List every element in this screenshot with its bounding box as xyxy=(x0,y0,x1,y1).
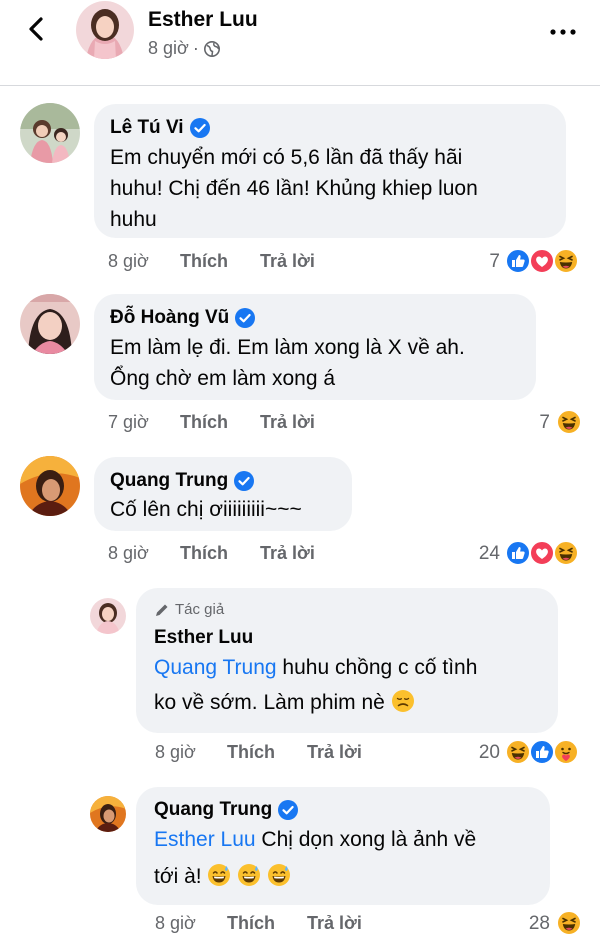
author-tag-label: Tác giả xyxy=(175,601,225,618)
dot-separator: · xyxy=(192,38,199,58)
comment-time[interactable]: 8 giờ xyxy=(108,251,149,272)
post-author-name[interactable]: Esther Luu xyxy=(148,8,258,32)
globe-icon xyxy=(203,40,220,57)
reaction-icons[interactable] xyxy=(505,739,585,765)
comment-text: Chị dọn xong là ảnh về xyxy=(255,828,477,851)
grinning-sweat-emoji-icon xyxy=(207,863,231,887)
author-tag: Tác giả xyxy=(154,601,224,618)
comment-actions: 8 giờ Thích Trả lời xyxy=(108,251,428,275)
avatar[interactable] xyxy=(90,598,126,634)
comment-author-name[interactable]: Quang Trung xyxy=(154,799,272,821)
haha-reaction-icon xyxy=(505,739,531,765)
more-options-button[interactable] xyxy=(548,22,578,42)
reaction-count[interactable]: 24 xyxy=(455,543,500,565)
comment-author[interactable]: Đỗ Hoàng Vũ xyxy=(110,307,255,329)
comment-text-line: huhu xyxy=(110,208,157,231)
reply-button[interactable]: Trả lời xyxy=(260,251,315,272)
sad-face-emoji-icon xyxy=(391,689,415,713)
like-button[interactable]: Thích xyxy=(180,543,228,564)
pencil-icon xyxy=(156,604,168,616)
comment-text-line: Esther Luu Chị dọn xong là ảnh về xyxy=(154,824,476,855)
like-button[interactable]: Thích xyxy=(227,913,275,934)
mention-link[interactable]: Esther Luu xyxy=(154,828,256,851)
post-header: Esther Luu 8 giờ · xyxy=(0,0,600,86)
comment-author[interactable]: Quang Trung xyxy=(154,799,298,821)
comment-actions: 8 giờ Thích Trả lời xyxy=(155,913,475,937)
reaction-count[interactable]: 20 xyxy=(455,742,500,764)
comment-text: huhu chồng c cố tình xyxy=(276,656,478,679)
comment-author[interactable]: Esther Luu xyxy=(154,627,253,649)
chevron-left-icon xyxy=(29,17,43,41)
verified-badge-icon xyxy=(234,471,254,491)
reaction-count[interactable]: 7 xyxy=(510,412,550,434)
reply-bubble: Quang Trung Esther Luu Chị dọn xong là ả… xyxy=(136,787,550,905)
comment-author[interactable]: Lê Tú Vi xyxy=(110,117,210,139)
mention-link[interactable]: Quang Trung xyxy=(154,656,277,679)
comment-time[interactable]: 8 giờ xyxy=(155,913,196,934)
love-reaction-icon xyxy=(529,540,555,566)
avatar[interactable] xyxy=(20,103,80,163)
comment-text-line: huhu! Chị đến 46 lần! Khủng khiep luon xyxy=(110,177,478,200)
reply-button[interactable]: Trả lời xyxy=(260,412,315,433)
grinning-sweat-emoji-icon xyxy=(237,863,261,887)
comment-time[interactable]: 7 giờ xyxy=(108,412,149,433)
comment-text: tới à! xyxy=(154,865,202,888)
love-reaction-icon xyxy=(529,248,555,274)
comment-author-name[interactable]: Esther Luu xyxy=(154,627,253,649)
comment-author-name[interactable]: Đỗ Hoàng Vũ xyxy=(110,307,229,329)
comment-time[interactable]: 8 giờ xyxy=(155,742,196,763)
reaction-icons[interactable] xyxy=(505,540,585,566)
haha-reaction-icon xyxy=(553,540,579,566)
like-button[interactable]: Thích xyxy=(227,742,275,763)
avatar[interactable] xyxy=(90,796,126,832)
back-button[interactable] xyxy=(22,14,52,44)
reply-button[interactable]: Trả lời xyxy=(307,913,362,934)
grinning-sweat-emoji-icon xyxy=(267,863,291,887)
comment-author-name[interactable]: Quang Trung xyxy=(110,470,228,492)
avatar[interactable] xyxy=(20,294,80,354)
like-reaction-icon xyxy=(505,540,531,566)
reply-bubble: Tác giả Esther Luu Quang Trung huhu chồn… xyxy=(136,588,558,733)
haha-reaction-icon xyxy=(556,409,582,435)
comment-time[interactable]: 8 giờ xyxy=(108,543,149,564)
haha-reaction-icon xyxy=(553,248,579,274)
comment-text-line: Cố lên chị ơiiiiiiiii~~~ xyxy=(110,498,302,521)
reaction-icons[interactable] xyxy=(505,248,585,274)
verified-badge-icon xyxy=(190,118,210,138)
reply-button[interactable]: Trả lời xyxy=(307,742,362,763)
comment-text-line: Em làm lẹ đi. Em làm xong là X về ah. xyxy=(110,336,465,359)
like-button[interactable]: Thích xyxy=(180,251,228,272)
comment-actions: 8 giờ Thích Trả lời xyxy=(155,742,475,766)
reaction-icons[interactable] xyxy=(556,910,584,936)
comment-actions: 8 giờ Thích Trả lời xyxy=(108,543,428,567)
comment-text-line: tới à! xyxy=(154,861,291,892)
like-reaction-icon xyxy=(529,739,555,765)
avatar[interactable] xyxy=(76,1,134,59)
comment-bubble: Lê Tú Vi Em chuyển mới có 5,6 lần đã thấ… xyxy=(94,104,566,238)
avatar[interactable] xyxy=(20,456,80,516)
comment-author-name[interactable]: Lê Tú Vi xyxy=(110,117,184,139)
comment-bubble: Quang Trung Cố lên chị ơiiiiiiiii~~~ xyxy=(94,457,352,531)
care-reaction-icon xyxy=(553,739,579,765)
comment-text-line: Ổng chờ em làm xong á xyxy=(110,367,336,390)
more-icon xyxy=(550,29,576,35)
comment-text-line: ko về sớm. Làm phim nè xyxy=(154,687,415,718)
verified-badge-icon xyxy=(278,800,298,820)
like-button[interactable]: Thích xyxy=(180,412,228,433)
reply-button[interactable]: Trả lời xyxy=(260,543,315,564)
like-reaction-icon xyxy=(505,248,531,274)
comment-bubble: Đỗ Hoàng Vũ Em làm lẹ đi. Em làm xong là… xyxy=(94,294,536,400)
reaction-count[interactable]: 28 xyxy=(505,913,550,935)
comment-text-line: Em chuyển mới có 5,6 lần đã thấy hãi xyxy=(110,146,463,169)
reaction-count[interactable]: 7 xyxy=(460,251,500,273)
comment-author[interactable]: Quang Trung xyxy=(110,470,254,492)
comment-actions: 7 giờ Thích Trả lời xyxy=(108,412,428,436)
haha-reaction-icon xyxy=(556,910,582,936)
post-meta: 8 giờ · xyxy=(148,38,221,59)
comment-text: ko về sớm. Làm phim nè xyxy=(154,691,385,714)
verified-badge-icon xyxy=(235,308,255,328)
post-time[interactable]: 8 giờ xyxy=(148,38,189,59)
reaction-icons[interactable] xyxy=(556,409,584,435)
comment-text-line: Quang Trung huhu chồng c cố tình xyxy=(154,652,477,683)
